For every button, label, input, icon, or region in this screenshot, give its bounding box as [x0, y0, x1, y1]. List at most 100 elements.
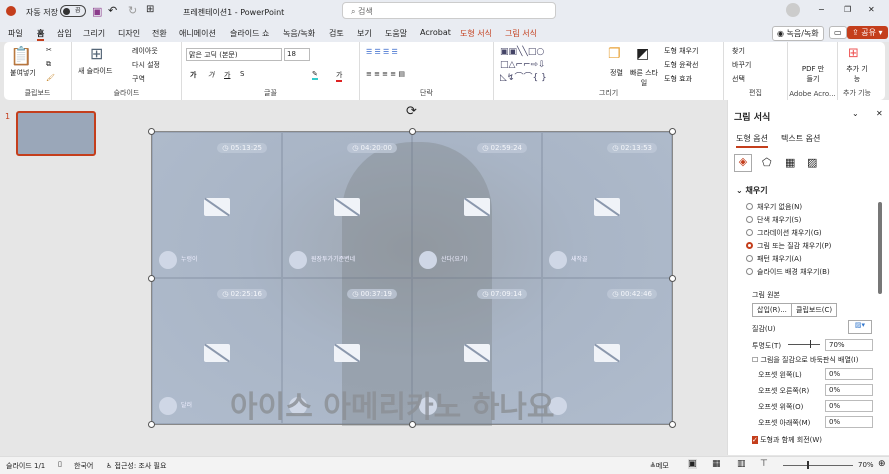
tab-review[interactable]: 검토 — [329, 28, 344, 39]
font-color-icon[interactable]: 가 — [336, 70, 343, 82]
resize-handle[interactable] — [148, 275, 155, 282]
new-slide-button[interactable]: 새 슬라이드 — [78, 66, 112, 76]
find-button[interactable]: 찾기 — [732, 46, 745, 56]
arrange-button[interactable]: 정렬 — [610, 68, 623, 78]
redo-icon[interactable]: ↻ — [128, 4, 137, 17]
effects-icon[interactable]: ⬠ — [762, 156, 772, 169]
spellcheck-icon[interactable]: ▯ — [58, 460, 62, 468]
selected-picture[interactable]: ◷ 05:13:25 누렁이 ◷ 04:20:00 원장투가기준변네 ◷ 02:59:2… — [148, 104, 676, 428]
language[interactable]: 한국어 — [74, 461, 93, 471]
resize-handle[interactable] — [409, 128, 416, 135]
resize-handle[interactable] — [669, 128, 676, 135]
font-size-select[interactable]: 18 — [284, 48, 310, 61]
record-button[interactable]: ◉ 녹음/녹화 — [772, 26, 824, 41]
fill-section-header[interactable]: ⌄ 채우기 — [736, 185, 768, 196]
tab-help[interactable]: 도움말 — [385, 28, 407, 39]
account-avatar[interactable] — [786, 3, 800, 17]
rotate-handle-icon[interactable]: ⟳ — [406, 104, 417, 119]
italic-button[interactable]: 가 — [208, 70, 214, 80]
shape-outline-button[interactable]: 도형 윤곽선 — [664, 60, 698, 70]
copy-icon[interactable]: ⧉ — [46, 60, 51, 69]
resize-handle[interactable] — [669, 421, 676, 428]
strikethrough-button[interactable]: S — [240, 70, 244, 78]
quick-styles-button[interactable]: 빠른 스타일 — [630, 68, 658, 88]
cut-icon[interactable]: ✂ — [46, 46, 52, 54]
tab-slideshow[interactable]: 슬라이드 쇼 — [230, 28, 269, 39]
notes-button[interactable]: ≜메모 — [650, 461, 669, 471]
transparency-input[interactable]: 70% — [825, 339, 873, 351]
tab-animations[interactable]: 애니메이션 — [179, 28, 216, 39]
bold-button[interactable]: 가 — [190, 70, 196, 80]
resize-handle[interactable] — [669, 275, 676, 282]
search-box[interactable]: ⌕ 검색 — [342, 2, 556, 19]
addins-button[interactable]: 추가 기능 — [846, 64, 868, 84]
create-pdf-button[interactable]: PDF 만들기 — [800, 64, 826, 84]
save-icon[interactable]: ▣ — [92, 5, 102, 18]
shape-fill-button[interactable]: 도형 채우기 — [664, 46, 698, 56]
font-name-select[interactable]: 맑은 고딕 (본문) — [186, 48, 282, 61]
shapes-gallery[interactable]: ▣▣╲╲□○ □△⌐⌐⇨⇩ ◺↯⌒⌒{ } — [500, 46, 547, 85]
paste-button[interactable]: 📋 — [10, 46, 32, 67]
texture-picker[interactable]: ▨▾ — [848, 320, 872, 334]
shape-effects-button[interactable]: 도형 효과 — [664, 74, 692, 84]
resize-handle[interactable] — [148, 128, 155, 135]
tab-picture-format[interactable]: 그림 서식 — [505, 28, 537, 39]
tab-file[interactable]: 파일 — [8, 28, 23, 39]
slide-thumbnail[interactable] — [16, 111, 96, 156]
transparency-slider[interactable] — [788, 340, 820, 348]
share-button[interactable]: ⇪ 공유 ▾ — [847, 26, 888, 39]
fill-option-radio[interactable]: 패턴 채우기(A) — [746, 252, 831, 265]
resize-handle[interactable] — [409, 421, 416, 428]
comments-button[interactable]: ▭ — [829, 26, 847, 39]
tile-checkbox[interactable]: ☐ 그림을 질감으로 바둑판식 배열(I) — [752, 355, 858, 365]
tab-insert[interactable]: 삽입 — [57, 28, 72, 39]
replace-button[interactable]: 바꾸기 — [732, 60, 751, 70]
fill-option-radio[interactable]: 채우기 없음(N) — [746, 200, 831, 213]
fill-option-radio[interactable]: 슬라이드 배경 채우기(B) — [746, 265, 831, 278]
fill-option-radio[interactable]: 그림 또는 질감 채우기(P) — [746, 239, 831, 252]
underline-button[interactable]: 가 — [224, 70, 230, 80]
highlight-icon[interactable]: ✎ — [312, 70, 318, 80]
tab-view[interactable]: 보기 — [357, 28, 372, 39]
pane-collapse-icon[interactable]: ⌄ — [852, 109, 859, 118]
tab-transitions[interactable]: 전환 — [152, 28, 167, 39]
clipboard-button[interactable]: 클립보드(C) — [791, 303, 838, 317]
reading-view-icon[interactable]: ▥ — [737, 459, 746, 469]
offset-input[interactable]: 0% — [825, 400, 873, 412]
fill-line-icon[interactable]: ◈ — [734, 154, 752, 172]
resize-handle[interactable] — [148, 421, 155, 428]
accessibility-status[interactable]: ♿ 접근성: 조사 필요 — [106, 461, 166, 471]
fit-slide-icon[interactable]: ⊕ — [878, 459, 886, 469]
tab-draw[interactable]: 그리기 — [83, 28, 105, 39]
normal-view-icon[interactable]: ▣ — [688, 459, 697, 469]
format-painter-icon[interactable]: 🖌 — [46, 74, 55, 82]
zoom-level[interactable]: 70% — [858, 461, 874, 469]
tab-shape-format[interactable]: 도형 서식 — [460, 28, 492, 39]
rotate-checkbox[interactable]: ✓ 도형과 함께 회전(W) — [752, 435, 822, 445]
tab-design[interactable]: 디자인 — [118, 28, 140, 39]
present-icon[interactable]: ⊞ — [146, 4, 154, 15]
restore-button[interactable]: ❐ — [844, 5, 851, 14]
close-button[interactable]: ✕ — [868, 5, 875, 14]
minimize-button[interactable]: − — [818, 5, 825, 14]
insert-button[interactable]: 삽입(R)... — [752, 303, 792, 317]
offset-input[interactable]: 0% — [825, 384, 873, 396]
tab-text-options[interactable]: 텍스트 옵션 — [781, 133, 820, 144]
picture-icon[interactable]: ▨ — [807, 156, 817, 169]
autosave-toggle[interactable]: 끔 — [60, 5, 86, 17]
tab-shape-options[interactable]: 도형 옵션 — [736, 133, 768, 148]
tab-record[interactable]: 녹음/녹화 — [283, 28, 315, 39]
offset-input[interactable]: 0% — [825, 416, 873, 428]
select-button[interactable]: 선택 — [732, 74, 745, 84]
tab-home[interactable]: 홈 — [37, 28, 45, 41]
new-slide-icon[interactable]: ⊞ — [90, 44, 103, 63]
fill-option-radio[interactable]: 단색 채우기(S) — [746, 213, 831, 226]
fill-option-radio[interactable]: 그라데이션 채우기(G) — [746, 226, 831, 239]
layout-button[interactable]: 레이아웃 — [132, 46, 158, 56]
size-properties-icon[interactable]: ▦ — [785, 156, 795, 169]
slideshow-view-icon[interactable]: ⊤ — [760, 459, 768, 469]
tab-acrobat[interactable]: Acrobat — [420, 28, 451, 37]
undo-icon[interactable]: ↶ — [108, 4, 117, 17]
sorter-view-icon[interactable]: ▦ — [712, 459, 721, 469]
offset-input[interactable]: 0% — [825, 368, 873, 380]
